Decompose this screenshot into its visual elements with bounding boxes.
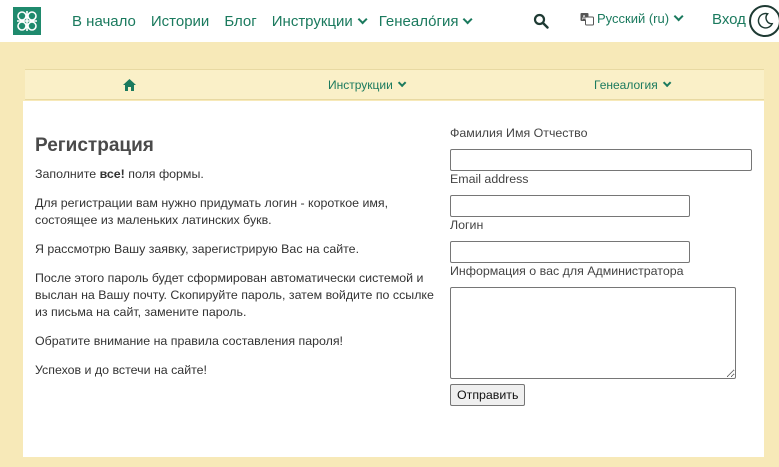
info-paragraph: Я рассмотрю Вашу заявку, зарегистрирую В… — [35, 242, 360, 256]
fullname-label: Фамилия Имя Отчество — [450, 126, 588, 140]
language-selector[interactable]: A Русский (ru) — [580, 11, 684, 26]
intro-paragraph: Заполните все! поля формы. — [35, 166, 435, 183]
main-nav: В начало Истории Блог Инструкции Генеало… — [72, 0, 484, 42]
registration-info: Регистрация Заполните все! поля формы. Д… — [35, 135, 435, 391]
registration-form: Фамилия Имя Отчество Email address Логин… — [450, 101, 760, 457]
top-navbar: В начало Истории Блог Инструкции Генеало… — [0, 0, 779, 42]
search-icon[interactable] — [533, 13, 549, 29]
submit-button[interactable]: Отправить — [450, 384, 526, 406]
subnav-genealogy-label: Генеалогия — [594, 78, 658, 92]
site-logo-icon[interactable] — [13, 7, 41, 35]
intro-prefix: Заполните — [35, 167, 100, 181]
info-paragraph: После этого пароль будет сформирован авт… — [35, 271, 434, 319]
info-paragraph: Обратите внимание на правила составления… — [35, 334, 343, 348]
chevron-down-icon — [357, 13, 368, 24]
language-label: Русский (ru) — [597, 11, 670, 26]
nav-blog[interactable]: Блог — [224, 13, 256, 30]
nav-instructions-dropdown[interactable]: Инструкции — [271, 12, 368, 30]
admin-info-label: Информация о вас для Администратора — [450, 264, 684, 278]
nav-home[interactable]: В начало — [72, 13, 136, 30]
nav-stories[interactable]: Истории — [151, 13, 209, 30]
nav-genealogy-dropdown[interactable]: Генеало́гия — [378, 12, 474, 30]
chevron-down-icon — [463, 13, 474, 24]
intro-suffix: поля формы. — [124, 167, 204, 181]
info-paragraph: Для регистрации вам нужно придумать логи… — [35, 196, 389, 227]
chevron-down-icon — [662, 78, 672, 88]
secondary-nav: Инструкции Генеалогия — [25, 69, 764, 100]
home-icon[interactable] — [122, 78, 137, 92]
login-label: Логин — [450, 218, 484, 232]
subnav-instructions-label: Инструкции — [328, 78, 393, 92]
admin-info-textarea[interactable] — [450, 287, 736, 379]
nav-home-label: В начало — [72, 12, 136, 30]
theme-toggle-button[interactable] — [749, 5, 779, 37]
email-label: Email address — [450, 172, 529, 186]
nav-instructions-label: Инструкции — [271, 12, 353, 30]
fullname-field[interactable] — [450, 149, 752, 171]
chevron-down-icon — [673, 11, 684, 22]
moon-icon — [757, 12, 774, 29]
nav-genealogy-label: Генеало́гия — [378, 12, 459, 30]
nav-blog-label: Блог — [224, 12, 257, 30]
subnav-genealogy-dropdown[interactable]: Генеалогия — [594, 78, 672, 92]
nav-stories-label: Истории — [150, 12, 210, 30]
translate-icon: A — [580, 12, 594, 25]
main-content: Регистрация Заполните все! поля формы. Д… — [23, 101, 764, 457]
subnav-instructions-dropdown[interactable]: Инструкции — [328, 78, 407, 92]
login-field[interactable] — [450, 241, 690, 263]
email-field[interactable] — [450, 195, 690, 217]
info-paragraph: Успехов и до встечи на сайте! — [35, 363, 207, 377]
login-link[interactable]: Вход — [712, 11, 746, 28]
intro-bold: все! — [99, 167, 125, 181]
chevron-down-icon — [397, 78, 407, 88]
page-title: Регистрация — [35, 135, 154, 156]
